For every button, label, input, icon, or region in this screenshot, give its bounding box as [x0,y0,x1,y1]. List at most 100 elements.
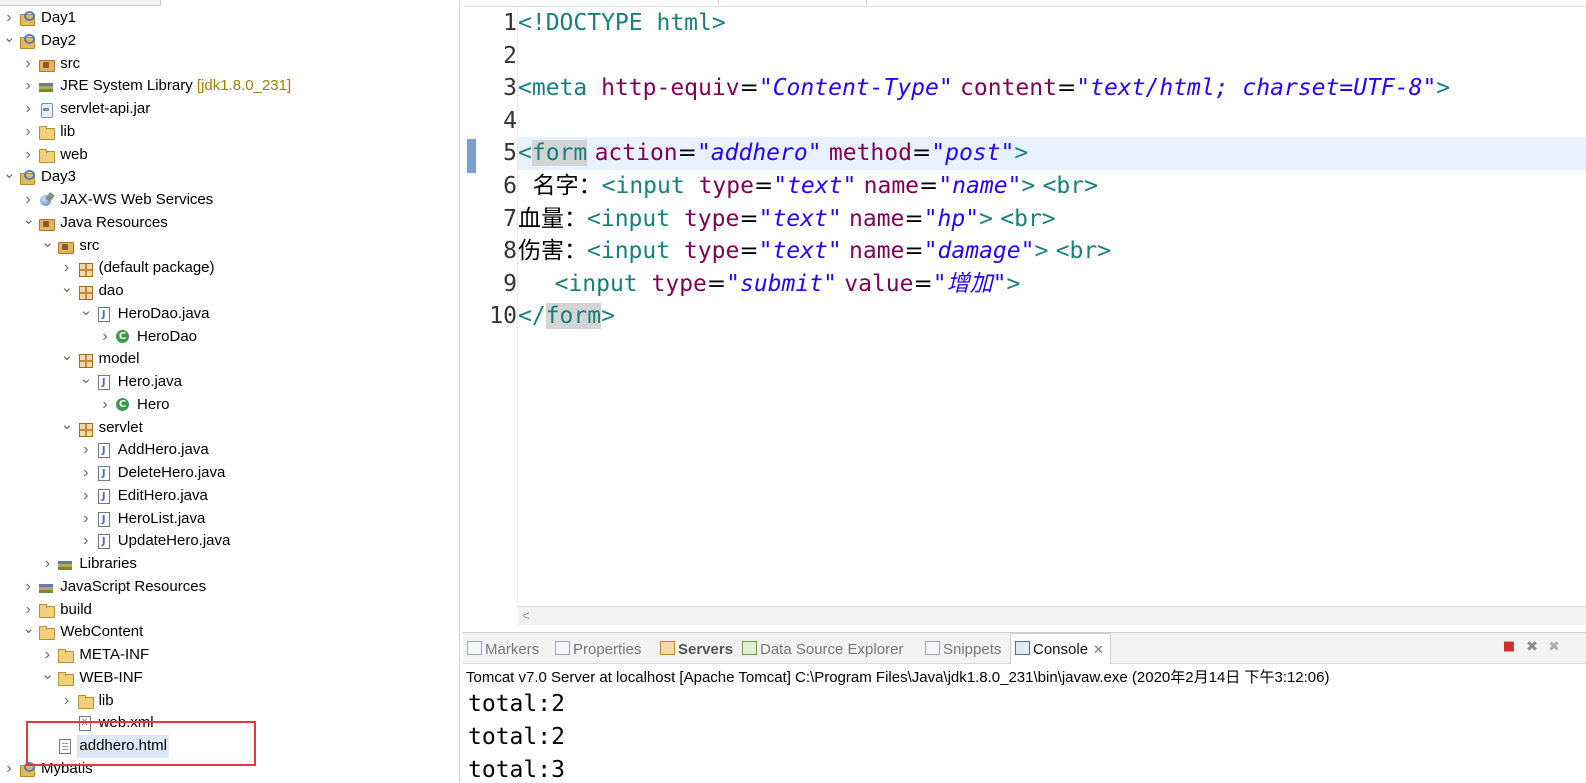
tree-item[interactable]: ⌄ servlet [0,416,459,440]
tree-item[interactable]: addhero.html [0,735,459,758]
chevron-left-icon[interactable]: < [522,607,530,625]
chevron-right-icon[interactable]: › [41,553,53,576]
tree-item[interactable]: › (default package) [0,257,459,280]
chevron-right-icon[interactable]: › [3,7,15,30]
chevron-down-icon[interactable]: ⌄ [3,29,16,53]
tree-item[interactable]: › web [0,144,459,167]
chevron-right-icon[interactable]: › [80,508,92,531]
chevron-down-icon[interactable]: ⌄ [3,166,16,189]
tab-properties[interactable]: Properties [555,633,641,663]
tree-item[interactable]: › lib [0,690,459,713]
tree-item[interactable]: › src [0,53,459,76]
tree-item[interactable]: › HeroDao [0,326,459,349]
tab-snippets[interactable]: Snippets [925,633,1001,663]
tree-item[interactable]: › lib [0,121,459,144]
tree-item[interactable]: › DeleteHero.java [0,462,459,485]
chevron-down-icon[interactable]: ⌄ [61,348,74,371]
code-line[interactable]: <form action="addhero" method="post"> [518,137,1586,170]
tree-item[interactable]: › JRE System Library [jdk1.8.0_231] [0,75,459,98]
chevron-right-icon[interactable]: › [22,189,34,212]
code-line[interactable] [518,40,1586,73]
code-line[interactable]: </form> [518,300,1586,333]
tree-item[interactable]: › EditHero.java [0,485,459,508]
chevron-right-icon[interactable]: › [22,121,34,144]
chevron-down-icon[interactable]: ⌄ [80,371,93,394]
chevron-down-icon[interactable]: ⌄ [22,621,35,644]
chevron-right-icon[interactable]: › [80,485,92,508]
tree-item[interactable]: › JavaScript Resources [0,576,459,599]
code-line[interactable]: <!DOCTYPE html> [518,7,1586,40]
tab-console[interactable]: Console ✕ [1010,633,1111,664]
code-line[interactable]: <meta http-equiv="Content-Type" content=… [518,72,1586,105]
tab-servers[interactable]: Servers [660,633,733,663]
chevron-right-icon[interactable]: › [22,53,34,76]
tree-item[interactable]: ⌄ WEB-INF [0,666,459,690]
tree-item[interactable]: ⌄ src [0,234,459,258]
chevron-right-icon[interactable]: › [80,439,92,462]
chevron-down-icon[interactable]: ⌄ [41,234,54,258]
code-line[interactable]: 名字：<input type="text" name="name"> <br> [518,170,1586,203]
chevron-down-icon[interactable]: ⌄ [80,302,93,326]
tree-item[interactable]: › AddHero.java [0,439,459,462]
chevron-down-icon[interactable]: ⌄ [61,280,74,303]
chevron-right-icon[interactable]: › [41,644,53,667]
chevron-right-icon[interactable]: › [22,599,34,622]
tree-item[interactable]: › Mybatis [0,758,459,781]
explorer-tab[interactable] [0,0,161,6]
tree-item[interactable]: ⌄ Hero.java [0,371,459,394]
chevron-right-icon[interactable]: › [80,530,92,553]
close-icon[interactable]: ✕ [1093,642,1104,657]
tab-data-source-explorer[interactable]: Data Source Explorer [742,633,903,663]
chevron-down-icon[interactable]: ⌄ [22,211,35,235]
editor-tab-strip [463,0,1586,7]
tree-item[interactable]: ⌄ WebContent [0,621,459,644]
chevron-right-icon[interactable]: › [3,758,15,781]
chevron-right-icon[interactable]: › [22,98,34,121]
tree-item[interactable]: › Hero [0,394,459,417]
project-icon [19,761,35,777]
tree-item[interactable]: ⌄ HeroDao.java [0,302,459,326]
tree-item[interactable]: › Libraries [0,553,459,576]
tree-item[interactable]: › JAX-WS Web Services [0,189,459,212]
java-file-icon [96,306,112,322]
tab-markers[interactable]: Markers [467,633,539,663]
tree-item[interactable]: › UpdateHero.java [0,530,459,553]
tree-item[interactable]: web.xml [0,712,459,735]
tree-item[interactable]: › Day1 [0,7,459,30]
remove-launch-icon[interactable]: ✖ [1525,640,1539,654]
code-editor[interactable]: ⊖ 12345678910 <!DOCTYPE html><meta http-… [463,0,1586,626]
chevron-right-icon[interactable]: › [61,257,73,280]
chevron-down-icon[interactable]: ⌄ [61,416,74,440]
code-line[interactable]: 血量：<input type="text" name="hp"> <br> [518,203,1586,236]
chevron-right-icon[interactable]: › [61,690,73,713]
chevron-down-icon[interactable]: ⌄ [41,666,54,690]
tree-item[interactable]: ⌄ Java Resources [0,211,459,235]
tree-item[interactable]: ⌄ Day3 [0,166,459,189]
chevron-right-icon[interactable]: › [99,394,111,417]
code-line[interactable]: 伤害：<input type="text" name="damage"> <br… [518,235,1586,268]
code-line[interactable]: <input type="submit" value="增加"> [518,268,1586,301]
tree-item[interactable]: › build [0,599,459,622]
tree-item-name: src [79,236,100,254]
code-line[interactable] [518,105,1586,138]
code-area[interactable]: <!DOCTYPE html> <meta http-equiv="Content… [518,7,1586,607]
tree-item[interactable]: ⌄ Day2 [0,29,459,53]
horizontal-scrollbar[interactable]: < [518,606,1586,625]
tree-item[interactable]: › servlet-api.jar [0,98,459,121]
chevron-right-icon[interactable]: › [22,75,34,98]
class-icon [115,329,131,345]
remove-all-terminated-icon[interactable]: ✖ [1547,640,1561,654]
tree-item[interactable]: › META-INF [0,644,459,667]
editor-tab[interactable] [718,0,867,5]
chevron-right-icon[interactable]: › [22,576,34,599]
editor-tab[interactable] [463,0,719,5]
stop-icon[interactable]: ■ [1502,640,1516,654]
chevron-right-icon[interactable]: › [80,462,92,485]
chevron-right-icon[interactable]: › [99,326,111,349]
tree-item[interactable]: ⌄ model [0,348,459,371]
chevron-right-icon[interactable]: › [22,144,34,167]
tree-item[interactable]: ⌄ dao [0,280,459,303]
tree-item[interactable]: › HeroList.java [0,508,459,531]
package-icon [77,261,93,278]
